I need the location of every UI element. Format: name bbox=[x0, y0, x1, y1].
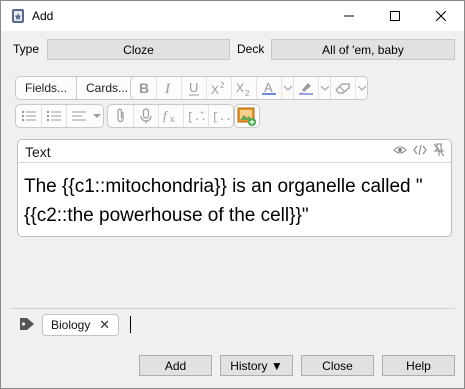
field-content-line-2: {{c2::the powerhouse of the cell}}" bbox=[24, 205, 309, 226]
format-group: B I U X2 X2 A bbox=[130, 76, 368, 100]
svg-text:x: x bbox=[170, 114, 175, 123]
close-button[interactable]: Close bbox=[301, 355, 374, 376]
svg-text:X: X bbox=[236, 81, 244, 95]
chevron-down-icon bbox=[320, 85, 329, 91]
text-color-icon: A bbox=[262, 80, 276, 95]
mathjax-button[interactable]: fx bbox=[158, 105, 183, 127]
bold-icon: B bbox=[139, 81, 149, 95]
cloze-button[interactable]: [...]+ bbox=[183, 105, 208, 127]
close-window-button[interactable] bbox=[418, 1, 464, 31]
svg-text:U: U bbox=[189, 81, 198, 95]
text-field: Text The {{c1::mitochondria}} is an orga… bbox=[17, 139, 452, 237]
bullet-list-button[interactable] bbox=[16, 105, 41, 127]
alignment-dropdown[interactable] bbox=[91, 105, 103, 127]
alignment-button[interactable] bbox=[66, 105, 91, 127]
fields-button[interactable]: Fields... bbox=[16, 77, 76, 99]
microphone-icon bbox=[140, 108, 152, 124]
help-button[interactable]: Help bbox=[382, 355, 455, 376]
add-button[interactable]: Add bbox=[139, 355, 212, 376]
eraser-button[interactable] bbox=[330, 77, 355, 99]
list-group bbox=[15, 104, 104, 128]
svg-text:B: B bbox=[139, 81, 149, 95]
underline-icon: U bbox=[189, 81, 199, 95]
field-header: Text bbox=[18, 140, 451, 163]
tag-label: Biology bbox=[51, 318, 91, 332]
italic-icon: I bbox=[164, 81, 171, 95]
tag-icon bbox=[20, 318, 34, 330]
window-title: Add bbox=[32, 9, 54, 23]
deck-label: Deck bbox=[237, 42, 265, 56]
underline-button[interactable]: U bbox=[181, 77, 206, 99]
paperclip-icon bbox=[116, 108, 124, 123]
svg-text:X: X bbox=[211, 83, 219, 95]
pin-icon[interactable] bbox=[433, 143, 445, 157]
field-name: Text bbox=[25, 144, 51, 160]
attach-button[interactable] bbox=[108, 105, 133, 127]
html-editor-icon[interactable] bbox=[413, 143, 427, 157]
image-add-icon bbox=[237, 107, 256, 126]
field-editor[interactable]: The {{c1::mitochondria}} is an organelle… bbox=[18, 163, 451, 230]
svg-text:2: 2 bbox=[220, 81, 225, 90]
highlight-color-dropdown[interactable] bbox=[318, 77, 330, 99]
type-label: Type bbox=[13, 42, 40, 56]
tag-chip[interactable]: Biology ✕ bbox=[42, 314, 119, 336]
chevron-down-icon bbox=[283, 85, 292, 91]
numbered-list-button[interactable] bbox=[41, 105, 66, 127]
tag-divider bbox=[11, 308, 455, 309]
cloze-same-icon: [...] bbox=[212, 112, 230, 123]
eraser-icon bbox=[335, 83, 350, 94]
add-window: Add Type Cloze Deck All of 'em, baby Fie… bbox=[0, 0, 465, 389]
chevron-down-icon bbox=[357, 85, 366, 91]
svg-text:[...]: [...] bbox=[212, 112, 230, 123]
eye-icon[interactable] bbox=[393, 143, 407, 157]
svg-text:2: 2 bbox=[245, 89, 250, 96]
cloze-same-button[interactable]: [...] bbox=[208, 105, 233, 127]
maximize-icon bbox=[390, 11, 400, 21]
subscript-button[interactable]: X2 bbox=[231, 77, 256, 99]
function-icon: fx bbox=[163, 109, 175, 123]
note-type-selector[interactable]: Cloze bbox=[47, 39, 230, 60]
ordered-list-icon bbox=[47, 111, 61, 121]
bold-button[interactable]: B bbox=[131, 77, 156, 99]
field-icons bbox=[393, 143, 445, 157]
cards-button[interactable]: Cards... bbox=[76, 77, 137, 99]
deck-selector[interactable]: All of 'em, baby bbox=[271, 39, 455, 60]
image-occlusion-button[interactable] bbox=[236, 105, 258, 127]
unordered-list-icon bbox=[21, 110, 36, 122]
close-icon bbox=[436, 11, 446, 21]
maximize-button[interactable] bbox=[372, 1, 418, 31]
superscript-button[interactable]: X2 bbox=[206, 77, 231, 99]
svg-text:f: f bbox=[163, 109, 169, 123]
fields-cards-group: Fields... Cards... bbox=[15, 76, 139, 100]
svg-text:+: + bbox=[200, 110, 204, 117]
subscript-icon: X2 bbox=[236, 81, 250, 96]
history-button[interactable]: History ▼ bbox=[220, 355, 293, 376]
highlighter-icon bbox=[299, 83, 313, 95]
tag-input-caret[interactable] bbox=[130, 316, 131, 333]
svg-text:A: A bbox=[264, 80, 273, 95]
superscript-icon: X2 bbox=[211, 81, 225, 95]
cloze-icon: [...]+ bbox=[187, 110, 205, 123]
eraser-dropdown[interactable] bbox=[355, 77, 367, 99]
chevron-down-icon bbox=[93, 113, 101, 118]
highlight-color-button[interactable] bbox=[293, 77, 318, 99]
title-bar[interactable]: Add bbox=[1, 1, 464, 31]
minimize-icon bbox=[344, 15, 354, 17]
record-audio-button[interactable] bbox=[133, 105, 158, 127]
minimize-button[interactable] bbox=[326, 1, 372, 31]
anki-app-icon bbox=[12, 9, 24, 23]
tag-remove-icon[interactable]: ✕ bbox=[99, 317, 110, 333]
align-left-icon bbox=[72, 111, 86, 121]
text-color-button[interactable]: A bbox=[256, 77, 281, 99]
insert-group: fx [...]+ [...] bbox=[107, 104, 234, 128]
italic-button[interactable]: I bbox=[156, 77, 181, 99]
svg-text:I: I bbox=[164, 81, 171, 95]
text-color-dropdown[interactable] bbox=[281, 77, 293, 99]
field-content-line-1: The {{c1::mitochondria}} is an organelle… bbox=[24, 176, 423, 197]
image-occlusion-group bbox=[234, 104, 260, 128]
